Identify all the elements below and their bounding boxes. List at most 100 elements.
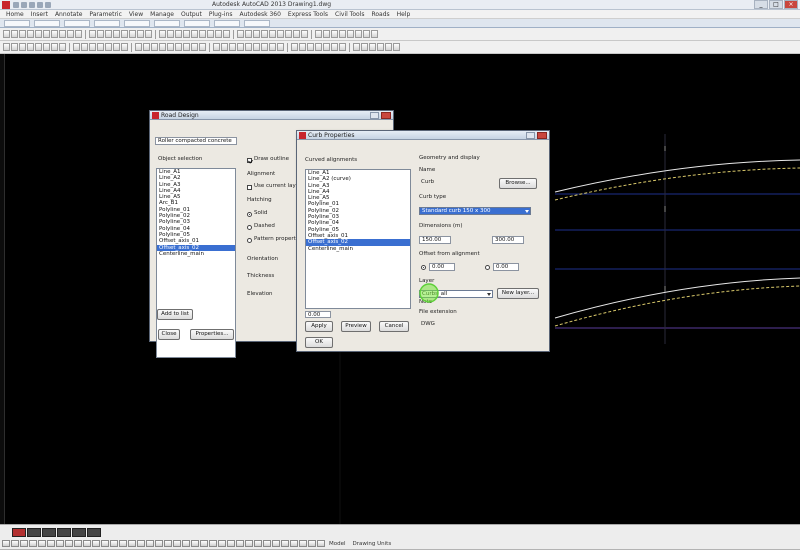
tool-button-icon[interactable] [339, 30, 346, 38]
tool-button-icon[interactable] [213, 43, 220, 51]
status-toggle-icon[interactable] [155, 540, 163, 547]
status-toggle-icon[interactable] [74, 540, 82, 547]
tool-button-icon[interactable] [355, 30, 362, 38]
list-item[interactable]: Centerline_main [306, 246, 410, 252]
menu-item[interactable]: Parametric [87, 11, 124, 18]
add-to-list-button[interactable]: Add to list [157, 309, 193, 320]
tool-button-icon[interactable] [353, 43, 360, 51]
tool-button-icon[interactable] [299, 43, 306, 51]
panel-tab[interactable] [154, 20, 180, 27]
dialog-title-bar[interactable]: Road Design [150, 111, 393, 120]
status-toggle-icon[interactable] [83, 540, 91, 547]
tool-button-icon[interactable] [113, 43, 120, 51]
status-toggle-icon[interactable] [299, 540, 307, 547]
menu-item[interactable]: View [127, 11, 145, 18]
status-toggle-icon[interactable] [290, 540, 298, 547]
tool-button-icon[interactable] [323, 30, 330, 38]
tool-button-icon[interactable] [75, 30, 82, 38]
status-toggle-icon[interactable] [200, 540, 208, 547]
tool-button-icon[interactable] [277, 43, 284, 51]
tool-button-icon[interactable] [137, 30, 144, 38]
tool-button-icon[interactable] [89, 30, 96, 38]
list-item[interactable]: Centerline_main [157, 251, 235, 257]
status-toggle-icon[interactable] [47, 540, 55, 547]
status-toggle-icon[interactable] [146, 540, 154, 547]
status-toggle-icon[interactable] [119, 540, 127, 547]
tool-button-icon[interactable] [59, 43, 66, 51]
help-icon[interactable] [526, 132, 535, 139]
tool-button-icon[interactable] [315, 43, 322, 51]
tool-button-icon[interactable] [67, 30, 74, 38]
tool-button-icon[interactable] [183, 30, 190, 38]
tool-button-icon[interactable] [291, 43, 298, 51]
status-toggle-icon[interactable] [65, 540, 73, 547]
tool-button-icon[interactable] [11, 43, 18, 51]
layout-tab-icon[interactable] [42, 528, 56, 537]
tool-button-icon[interactable] [151, 43, 158, 51]
ok-button[interactable]: OK [305, 337, 333, 348]
status-toggle-icon[interactable] [173, 540, 181, 547]
tool-button-icon[interactable] [97, 30, 104, 38]
tool-button-icon[interactable] [167, 43, 174, 51]
status-toggle-icon[interactable] [164, 540, 172, 547]
tool-button-icon[interactable] [237, 43, 244, 51]
status-toggle-icon[interactable] [281, 540, 289, 547]
app-logo-icon[interactable] [2, 1, 10, 9]
browse-button[interactable]: Browse... [499, 178, 537, 189]
tool-button-icon[interactable] [27, 30, 34, 38]
tool-button-icon[interactable] [199, 30, 206, 38]
panel-tab[interactable] [4, 20, 30, 27]
tool-button-icon[interactable] [369, 43, 376, 51]
help-icon[interactable] [370, 112, 379, 119]
menu-item[interactable]: Insert [29, 11, 50, 18]
tool-button-icon[interactable] [97, 43, 104, 51]
tool-button-icon[interactable] [35, 43, 42, 51]
tool-button-icon[interactable] [269, 43, 276, 51]
tool-button-icon[interactable] [143, 43, 150, 51]
maximize-icon[interactable]: □ [769, 0, 783, 9]
offset-right-field[interactable]: 0.00 [493, 263, 519, 271]
units-label[interactable]: Drawing Units [350, 541, 395, 547]
tool-button-icon[interactable] [81, 43, 88, 51]
open-icon[interactable] [21, 2, 27, 8]
tool-button-icon[interactable] [27, 43, 34, 51]
tool-button-icon[interactable] [339, 43, 346, 51]
panel-tab[interactable] [184, 20, 210, 27]
tool-button-icon[interactable] [43, 43, 50, 51]
dashed-radio[interactable] [247, 225, 252, 230]
preview-button[interactable]: Preview [341, 321, 371, 332]
close-icon[interactable]: × [784, 0, 798, 9]
height-field[interactable]: 300.00 [492, 236, 524, 244]
layout-tab-icon[interactable] [12, 528, 26, 537]
menu-item[interactable]: Home [4, 11, 26, 18]
tool-button-icon[interactable] [73, 43, 80, 51]
layout-tab-icon[interactable] [72, 528, 86, 537]
tool-button-icon[interactable] [3, 43, 10, 51]
tool-button-icon[interactable] [315, 30, 322, 38]
tool-button-icon[interactable] [323, 43, 330, 51]
new-layer-button[interactable]: New layer... [497, 288, 539, 299]
tool-button-icon[interactable] [207, 30, 214, 38]
offset-right-radio[interactable] [485, 265, 490, 270]
tool-button-icon[interactable] [167, 30, 174, 38]
tool-button-icon[interactable] [3, 30, 10, 38]
menu-item[interactable]: Help [395, 11, 413, 18]
tool-button-icon[interactable] [113, 30, 120, 38]
header-field[interactable]: Roller compacted concrete [155, 137, 237, 145]
tool-button-icon[interactable] [191, 43, 198, 51]
tool-button-icon[interactable] [277, 30, 284, 38]
alignment-listbox[interactable]: Line_A1 Line_A2 (curve) Line_A3 Line_A4 Line… [305, 169, 411, 309]
save-icon[interactable] [29, 2, 35, 8]
tool-button-icon[interactable] [183, 43, 190, 51]
properties-button[interactable]: Properties... [190, 329, 234, 340]
bottom-field[interactable]: 0.00 [305, 311, 331, 318]
tool-button-icon[interactable] [145, 30, 152, 38]
panel-tab[interactable] [64, 20, 90, 27]
status-toggle-icon[interactable] [101, 540, 109, 547]
tool-button-icon[interactable] [261, 30, 268, 38]
curb-type-dropdown[interactable]: Standard curb 150 x 300 [419, 207, 531, 215]
status-toggle-icon[interactable] [272, 540, 280, 547]
redo-icon[interactable] [45, 2, 51, 8]
tool-button-icon[interactable] [11, 30, 18, 38]
status-toggle-icon[interactable] [263, 540, 271, 547]
